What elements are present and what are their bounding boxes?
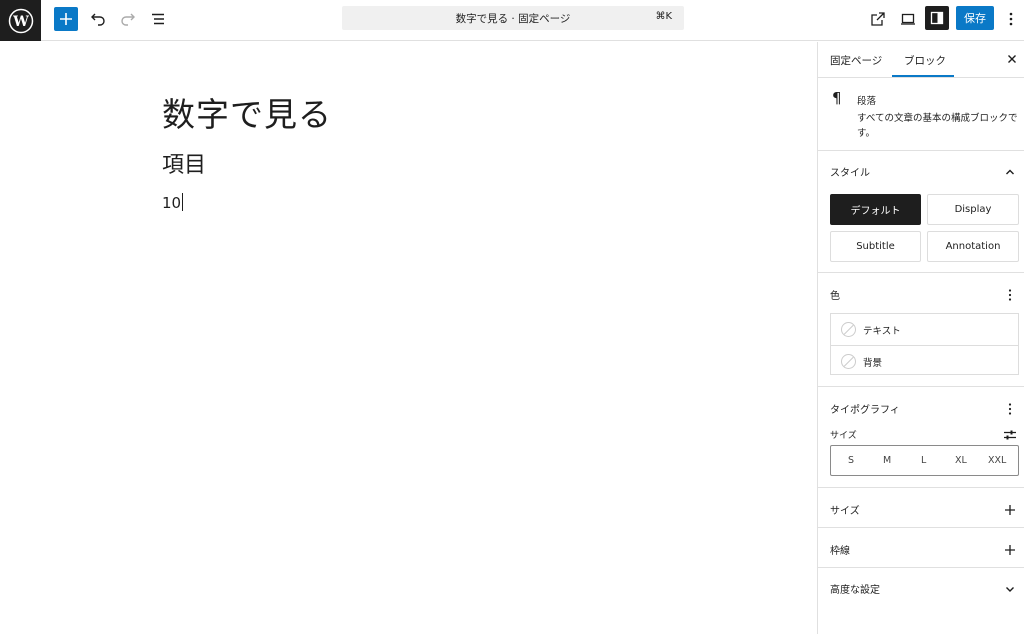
text-color-label: テキスト xyxy=(863,326,901,337)
sidebar-tabs: 固定ページ ブロック xyxy=(818,42,1024,78)
text-color-item[interactable]: テキスト xyxy=(831,314,1018,345)
chevron-down-icon xyxy=(1006,587,1014,592)
block-card: ¶ 段落 すべての文章の基本の構成ブロックです。 xyxy=(818,78,1024,151)
undo-icon xyxy=(91,13,105,26)
close-sidebar-button[interactable] xyxy=(1004,51,1020,67)
shortcut-hint: ⌘K xyxy=(655,11,672,22)
undo-button[interactable] xyxy=(86,7,110,31)
kebab-menu-icon xyxy=(1008,289,1012,301)
plus-icon xyxy=(1005,505,1015,515)
desktop-preview-icon xyxy=(901,13,915,25)
close-icon xyxy=(1008,55,1016,63)
paragraph-text: 10 xyxy=(162,194,182,212)
external-link-icon xyxy=(871,12,885,26)
style-subtitle-button[interactable]: Subtitle xyxy=(830,231,921,262)
font-size-picker: S M L XL XXL xyxy=(830,445,1019,476)
heading-block[interactable]: 項目 xyxy=(162,147,206,179)
size-option-s[interactable]: S xyxy=(848,455,854,466)
text-caret xyxy=(182,193,184,211)
tab-block[interactable]: ブロック xyxy=(904,53,946,68)
style-display-button[interactable]: Display xyxy=(927,194,1019,225)
color-settings-group: テキスト 背景 xyxy=(830,313,1019,375)
options-menu-button[interactable] xyxy=(1000,7,1022,31)
styles-panel-toggle[interactable] xyxy=(1003,164,1017,178)
editor-canvas[interactable]: 数字で見る 項目 10 xyxy=(0,42,817,634)
dimensions-panel[interactable]: サイズ xyxy=(818,488,1024,528)
redo-button[interactable] xyxy=(116,7,140,31)
dimensions-add-button[interactable] xyxy=(1003,502,1017,516)
background-color-label: 背景 xyxy=(863,358,883,369)
plus-icon xyxy=(60,13,72,25)
typography-options-button[interactable] xyxy=(1003,401,1017,415)
border-add-button[interactable] xyxy=(1003,542,1017,556)
wordpress-logo-icon[interactable]: W xyxy=(0,0,41,41)
empty-swatch-icon xyxy=(841,322,856,337)
page-title[interactable]: 数字で見る xyxy=(162,88,332,136)
styles-panel-title[interactable]: スタイル xyxy=(830,164,870,179)
svg-text:W: W xyxy=(12,14,29,30)
size-option-l[interactable]: L xyxy=(921,455,926,466)
background-color-item[interactable]: 背景 xyxy=(831,345,1018,376)
size-option-xxl[interactable]: XXL xyxy=(988,455,1006,466)
active-tab-indicator xyxy=(892,75,954,77)
typography-panel-title: タイポグラフィ xyxy=(830,405,900,416)
chevron-up-icon xyxy=(1006,169,1014,175)
paragraph-block[interactable]: 10 xyxy=(162,193,184,212)
save-button[interactable]: 保存 xyxy=(956,6,994,30)
color-panel-title: 色 xyxy=(830,291,840,302)
plus-icon xyxy=(1005,545,1015,555)
font-size-label: サイズ xyxy=(830,431,857,441)
tab-page[interactable]: 固定ページ xyxy=(830,53,882,68)
block-description: すべての文章の基本の構成ブロックです。 xyxy=(857,113,1018,139)
advanced-panel-title: 高度な設定 xyxy=(830,585,880,596)
preview-button[interactable] xyxy=(896,7,920,31)
settings-toggle-button[interactable] xyxy=(925,6,949,30)
border-panel[interactable]: 枠線 xyxy=(818,528,1024,568)
command-palette-bar[interactable]: 数字で見る · 固定ページ ⌘K xyxy=(342,6,684,30)
kebab-menu-icon xyxy=(1009,12,1013,26)
empty-swatch-icon xyxy=(841,354,856,369)
kebab-menu-icon xyxy=(1008,403,1012,415)
advanced-panel[interactable]: 高度な設定 xyxy=(818,568,1024,608)
custom-size-button[interactable] xyxy=(1003,427,1017,441)
advanced-toggle[interactable] xyxy=(1003,581,1017,595)
size-option-m[interactable]: M xyxy=(883,455,891,466)
border-panel-title: 枠線 xyxy=(830,546,850,557)
paragraph-icon: ¶ xyxy=(832,89,842,107)
size-option-xl[interactable]: XL xyxy=(955,455,967,466)
document-title: 数字で見る · 固定ページ xyxy=(455,13,571,25)
document-overview-button[interactable] xyxy=(146,7,170,31)
redo-icon xyxy=(121,13,135,26)
style-default-button[interactable]: デフォルト xyxy=(830,194,921,225)
color-options-button[interactable] xyxy=(1003,287,1017,301)
dimensions-panel-title: サイズ xyxy=(830,506,860,517)
block-name: 段落 xyxy=(857,96,877,107)
list-view-icon xyxy=(152,13,164,25)
editor-header: W 数字で見る · 固定ページ ⌘K 保存 xyxy=(0,0,1024,41)
style-annotation-button[interactable]: Annotation xyxy=(927,231,1019,262)
settings-sidebar: 固定ページ ブロック ¶ 段落 すべての文章の基本の構成ブロックです。 スタイル… xyxy=(817,42,1024,634)
block-inserter-button[interactable] xyxy=(54,7,78,31)
settings-sliders-icon xyxy=(1004,430,1016,440)
settings-sidebar-icon xyxy=(930,11,944,25)
view-page-button[interactable] xyxy=(866,7,890,31)
